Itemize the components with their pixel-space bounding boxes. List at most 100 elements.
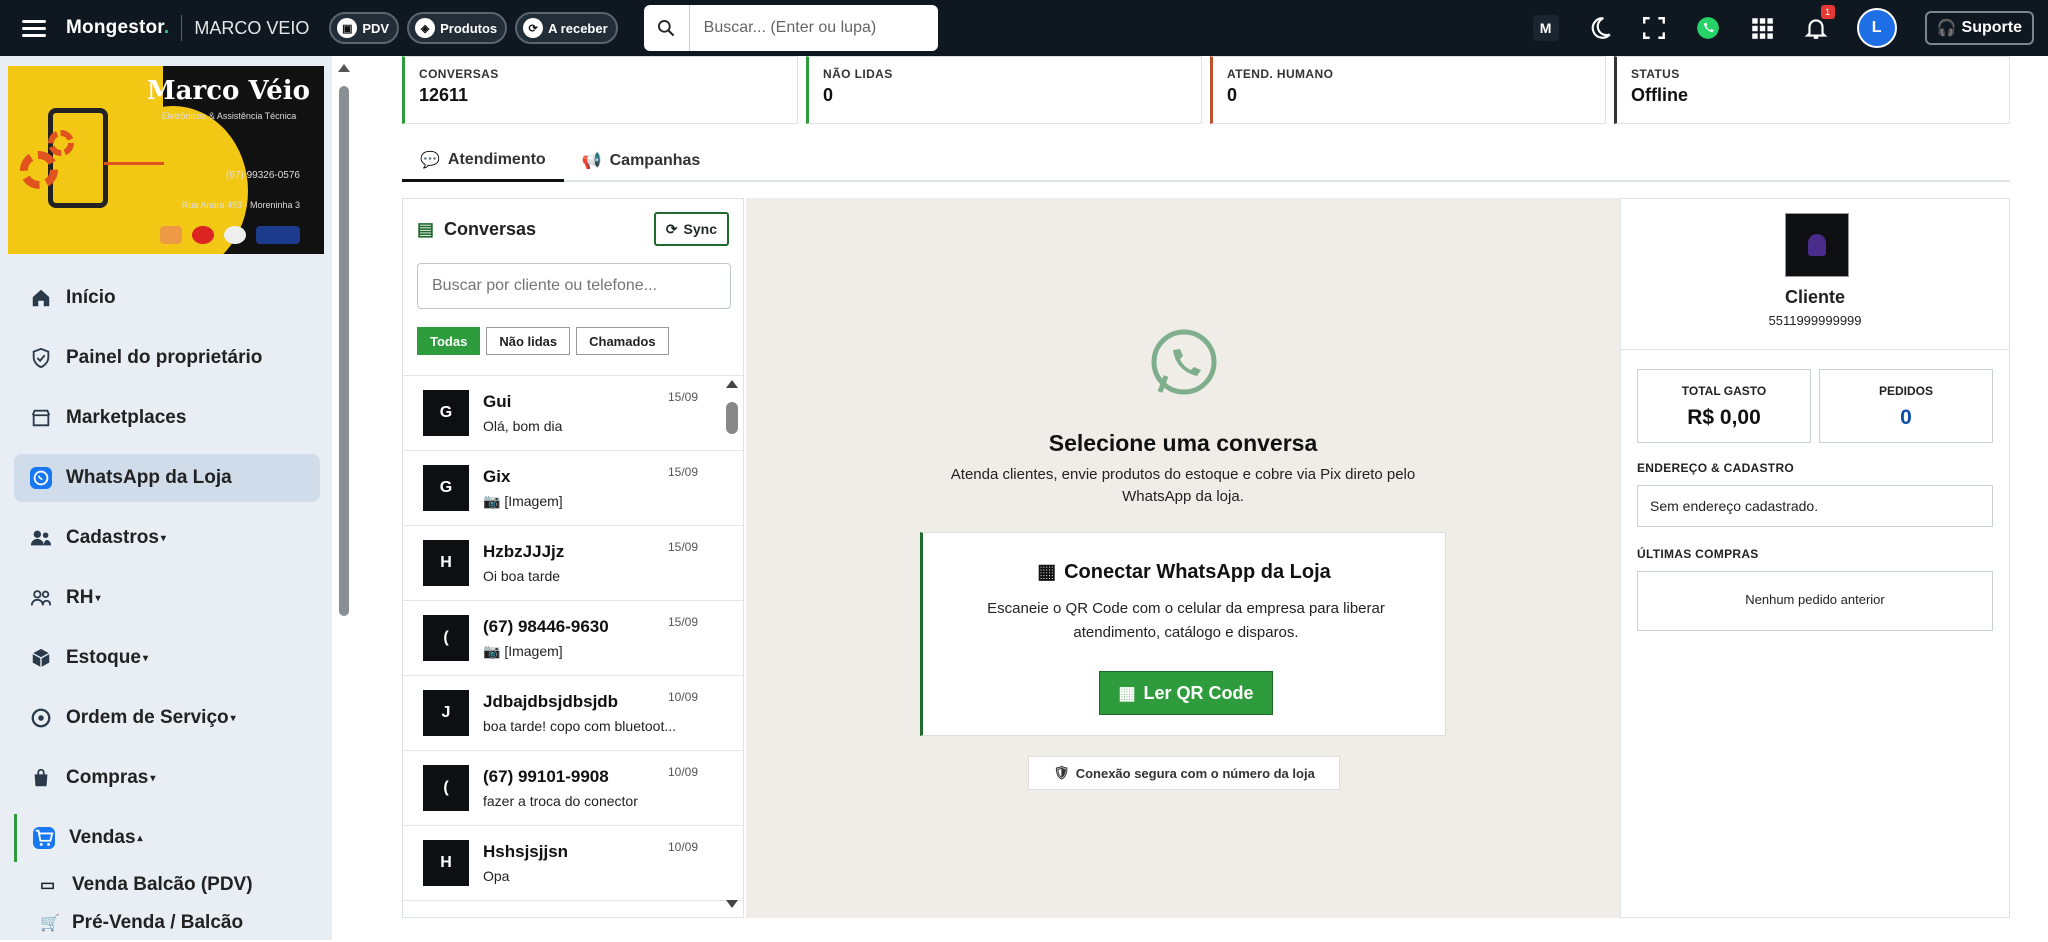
user-avatar[interactable]: L (1856, 8, 1897, 48)
sidebar-subitem-venda-balcao[interactable]: ▭ Venda Balcão (PDV) (14, 866, 320, 904)
notification-bell-icon[interactable]: 1 (1803, 5, 1835, 41)
conversation-item[interactable]: G Gix 📷 [Imagem] 15/09 (403, 451, 743, 526)
stat-label: ATEND. HUMANO (1227, 67, 1334, 81)
stat-value: 0 (823, 85, 834, 105)
sidebar-item-rh[interactable]: RH ▾ (14, 574, 320, 622)
sidebar-item-whatsapp[interactable]: WhatsApp da Loja (14, 454, 320, 502)
conversation-filters: Todas Não lidas Chamados (417, 327, 729, 355)
sidebar-item-marketplaces[interactable]: Marketplaces (14, 394, 320, 442)
sidebar-scroll-up[interactable] (338, 64, 350, 72)
sidebar-item-compras[interactable]: Compras ▾ (14, 754, 320, 802)
sidebar-subitem-label: Venda Balcão (PDV) (72, 874, 253, 895)
scan-qr-button[interactable]: ▦ Ler QR Code (1099, 671, 1273, 715)
sidebar-item-label: Painel do proprietário (66, 347, 263, 368)
scroll-up-arrow[interactable] (726, 380, 738, 388)
logo-phone: (67) 99326-0576 (226, 170, 300, 181)
conversation-item[interactable]: ((67) 99101-9908 fazer a troca do conecto… (403, 751, 743, 826)
scroll-thumb[interactable] (726, 402, 738, 434)
conversation-item[interactable]: J Jdbajdbsjdbsjdb boa tarde! copo com blue… (403, 676, 743, 751)
team-icon (30, 587, 52, 609)
conversation-item[interactable]: G Gui Olá, bom dia 15/09 (403, 376, 743, 451)
sidebar-item-painel[interactable]: Painel do proprietário (14, 334, 320, 382)
support-button[interactable]: 🎧 Suporte (1924, 11, 2034, 45)
stat-label: NÃO LIDAS (823, 67, 893, 81)
connect-card-title-text: Conectar WhatsApp da Loja (1064, 561, 1331, 583)
tab-atendimento[interactable]: 💬 Atendimento (402, 140, 564, 182)
sidebar-scrollbar[interactable] (339, 86, 349, 616)
brand-logos (160, 226, 300, 244)
search-input[interactable] (689, 5, 938, 51)
secure-connection-text: Conexão segura com o número da loja (1075, 765, 1315, 781)
last-message: Oi boa tarde (483, 568, 561, 584)
filter-todas[interactable]: Todas (417, 327, 481, 355)
scroll-down-arrow[interactable] (726, 900, 738, 908)
sidebar-item-label: Vendas (69, 827, 136, 848)
secure-connection-badge: 🛡 Conexão segura com o número da loja (1028, 756, 1340, 790)
sidebar-item-estoque[interactable]: Estoque ▾ (14, 634, 320, 682)
stat-status: STATUS Offline (1614, 56, 2010, 124)
client-avatar (1785, 213, 1849, 277)
empty-state-subtitle: Atenda clientes, envie produtos do estoq… (950, 466, 1416, 505)
pdv-button[interactable]: ▣ PDV (329, 12, 400, 44)
conversation-item[interactable]: ((67) 98446-9630 📷 [Imagem] 15/09 (403, 601, 743, 676)
sidebar-item-vendas[interactable]: Vendas ▴ (14, 814, 320, 862)
marketplace-m-icon[interactable]: M (1532, 15, 1559, 41)
sync-button[interactable]: ⟳ Sync (653, 212, 729, 246)
address-label: ENDEREÇO & CADASTRO (1637, 461, 1795, 475)
filter-nao-lidas[interactable]: Não lidas (486, 327, 571, 355)
box-icon (30, 647, 52, 669)
message-date: 10/09 (668, 765, 699, 779)
whatsapp-icon (30, 467, 52, 489)
contact-avatar: H (423, 540, 469, 586)
kpi-value: 0 (1900, 406, 1912, 429)
gear-icon (20, 151, 58, 189)
tab-label: Campanhas (609, 152, 701, 169)
address-value: Sem endereço cadastrado. (1637, 485, 1993, 527)
search-button[interactable] (643, 5, 690, 51)
contact-avatar: G (423, 390, 469, 436)
message-date: 15/09 (668, 390, 699, 404)
sidebar-subitem-pre-venda[interactable]: 🛒 Pré-Venda / Balcão (14, 904, 320, 942)
home-icon (30, 287, 52, 309)
produtos-label: Produtos (440, 20, 498, 36)
sidebar-item-cadastros[interactable]: Cadastros ▾ (14, 514, 320, 562)
tab-campanhas[interactable]: 📢 Campanhas (564, 140, 719, 182)
refresh-icon: ⟳ (665, 220, 678, 237)
produtos-button[interactable]: ◈ Produtos (407, 12, 508, 44)
fullscreen-icon[interactable] (1641, 15, 1667, 41)
scan-qr-label: Ler QR Code (1143, 682, 1254, 703)
a-receber-button[interactable]: ⟳ A receber (515, 12, 618, 44)
logo-store-name: Marco Véio (146, 76, 310, 106)
conversation-search-input[interactable] (417, 263, 731, 309)
contact-avatar: H (423, 840, 469, 886)
conversations-title: ▤ Conversas (417, 219, 536, 240)
chat-empty-state: Selecione uma conversa Atenda clientes, … (746, 198, 1620, 918)
sidebar-item-label: WhatsApp da Loja (66, 467, 232, 488)
pdv-label: PDV (362, 20, 390, 36)
contact-avatar: ( (423, 615, 469, 661)
apps-grid-icon[interactable] (1749, 15, 1775, 41)
cart-icon: 🛒 (40, 915, 60, 932)
whatsapp-icon[interactable] (1695, 15, 1721, 41)
message-date: 10/09 (668, 840, 699, 854)
brand-logo[interactable]: Mongestor. (66, 17, 169, 39)
sidebar-item-ordem-servico[interactable]: Ordem de Serviço ▾ (14, 694, 320, 742)
conversations-title-text: Conversas (444, 218, 537, 239)
search-icon (658, 20, 675, 37)
sidebar-item-inicio[interactable]: Início (14, 274, 320, 322)
chevron-down-icon: ▾ (230, 712, 236, 724)
stat-nao-lidas: NÃO LIDAS 0 (806, 56, 1202, 124)
logo-address: Rua Anara 493 - Moreninha 3 (181, 200, 300, 210)
menu-icon[interactable] (22, 16, 46, 41)
whatsapp-icon (1151, 329, 1217, 395)
filter-chamados[interactable]: Chamados (576, 327, 669, 355)
top-bar: Mongestor. MARCO VEIO ▣ PDV ◈ Produtos ⟳ A … (0, 0, 2048, 56)
conversation-item[interactable]: H HzbzJJJjz Oi boa tarde 15/09 (403, 526, 743, 601)
theme-toggle-icon[interactable] (1587, 15, 1613, 41)
chevron-down-icon: ▾ (95, 592, 101, 604)
conversation-scrollbar[interactable] (726, 376, 738, 916)
conversation-item[interactable]: H Hshsjsjjsn Opa 10/09 (403, 826, 743, 901)
stat-label: STATUS (1631, 67, 1680, 81)
last-message: fazer a troca do conector (483, 793, 638, 809)
conversation-list: G Gui Olá, bom dia 15/09 G Gix 📷 [Imagem] 15/0… (403, 375, 743, 917)
